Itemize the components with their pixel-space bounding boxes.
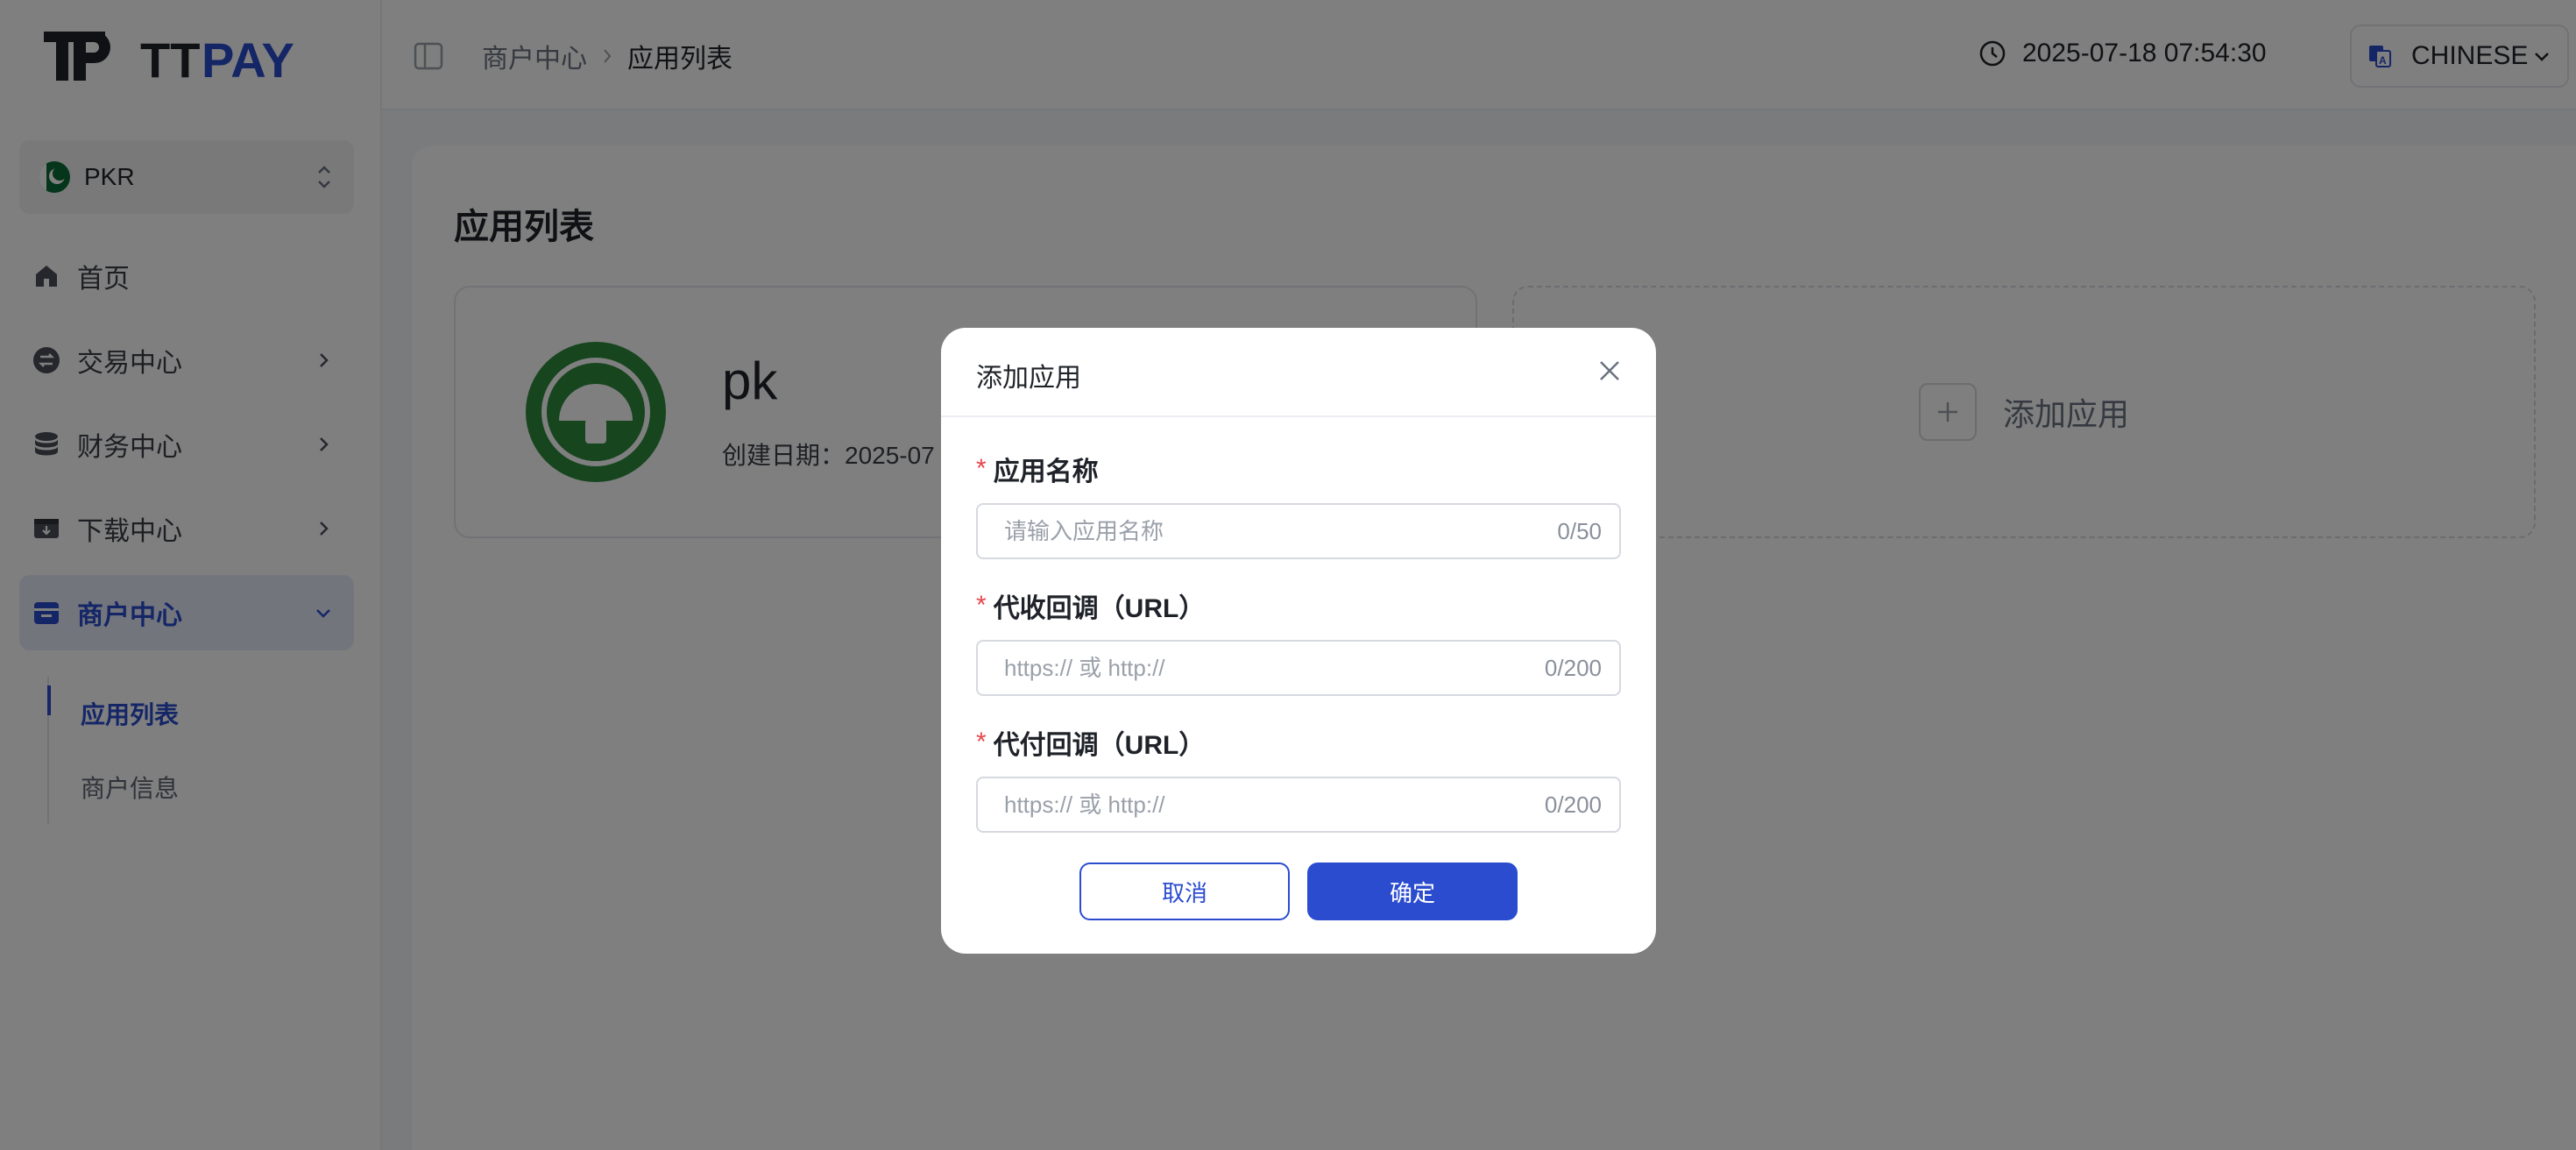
add-app-modal: 添加应用 * 应用名称 0/50 * 代收回调（URL） 0/200 * 代付回… <box>941 328 1656 954</box>
field-label-text: 应用名称 <box>993 458 1099 486</box>
field-label: * 代收回调（URL） <box>976 587 1621 624</box>
char-counter: 0/50 <box>1557 517 1602 544</box>
field-label: * 代付回调（URL） <box>976 724 1621 761</box>
modal-title: 添加应用 <box>976 364 1081 393</box>
required-marker: * <box>976 728 987 756</box>
cancel-button[interactable]: 取消 <box>1079 862 1290 920</box>
required-marker: * <box>976 591 987 620</box>
field-label-text: 代付回调（URL） <box>993 731 1206 760</box>
modal-header: 添加应用 <box>941 328 1656 417</box>
field-label: * 应用名称 <box>976 451 1621 487</box>
collection-callback-input-wrapper[interactable]: 0/200 <box>976 640 1621 696</box>
collection-callback-field: * 代收回调（URL） 0/200 <box>976 587 1621 696</box>
close-icon[interactable] <box>1598 359 1621 382</box>
char-counter: 0/200 <box>1544 654 1602 681</box>
payout-callback-input-wrapper[interactable]: 0/200 <box>976 777 1621 833</box>
app-name-input[interactable] <box>1004 517 1558 545</box>
app-name-input-wrapper[interactable]: 0/50 <box>976 503 1621 559</box>
payout-callback-input[interactable] <box>1004 791 1545 819</box>
required-marker: * <box>976 454 987 483</box>
confirm-button[interactable]: 确定 <box>1307 862 1518 920</box>
field-label-text: 代收回调（URL） <box>993 594 1206 623</box>
char-counter: 0/200 <box>1544 791 1602 818</box>
app-name-field: * 应用名称 0/50 <box>976 451 1621 559</box>
payout-callback-field: * 代付回调（URL） 0/200 <box>976 724 1621 833</box>
collection-callback-input[interactable] <box>1004 654 1545 682</box>
